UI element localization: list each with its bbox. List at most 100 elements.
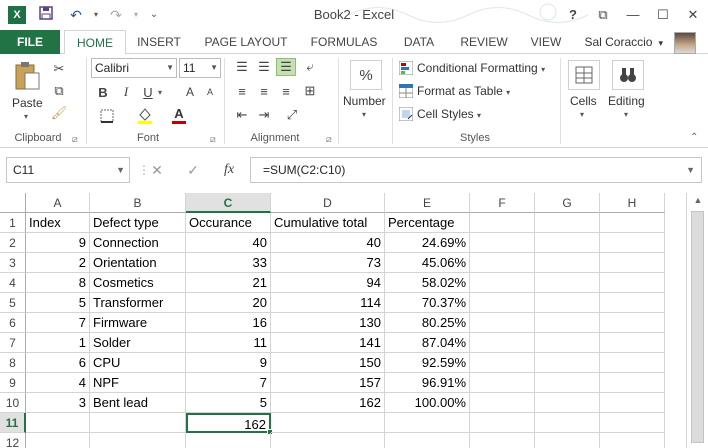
- align-top-icon[interactable]: ☰: [232, 58, 252, 76]
- worksheet-grid[interactable]: ▲ A B C D E F G H 1 Index Defect type Occurance Cumu…: [0, 193, 708, 448]
- tab-formulas[interactable]: FORMULAS: [304, 30, 384, 54]
- cell-d11[interactable]: [271, 413, 385, 433]
- font-launcher-icon[interactable]: ⧄: [210, 134, 216, 145]
- cell-e12[interactable]: [385, 433, 470, 448]
- enter-icon[interactable]: ✓: [182, 159, 204, 181]
- cut-icon[interactable]: ✂: [50, 60, 68, 78]
- cell-c12[interactable]: [186, 433, 271, 448]
- cell-e8[interactable]: 92.59%: [385, 353, 470, 373]
- cell-b5[interactable]: Transformer: [90, 293, 186, 313]
- number-dropdown-icon[interactable]: ▾: [362, 110, 366, 119]
- cell-f6[interactable]: [470, 313, 535, 333]
- paste-dropdown-icon[interactable]: ▾: [24, 112, 28, 121]
- fill-color-icon[interactable]: [135, 106, 155, 124]
- cell-a4[interactable]: 8: [26, 273, 90, 293]
- cell-f11[interactable]: [470, 413, 535, 433]
- cell-c1[interactable]: Occurance: [186, 213, 271, 233]
- cell-h6[interactable]: [600, 313, 665, 333]
- cell-d3[interactable]: 73: [271, 253, 385, 273]
- align-right-icon[interactable]: ≡: [276, 82, 296, 100]
- close-button[interactable]: ✕: [682, 5, 704, 25]
- row-header-7[interactable]: 7: [0, 333, 26, 353]
- cell-f10[interactable]: [470, 393, 535, 413]
- decrease-indent-icon[interactable]: ⇤: [232, 106, 252, 124]
- cell-a7[interactable]: 1: [26, 333, 90, 353]
- cell-c9[interactable]: 7: [186, 373, 271, 393]
- format-as-table-icon[interactable]: [398, 83, 414, 99]
- cell-c5[interactable]: 20: [186, 293, 271, 313]
- cell-b6[interactable]: Firmware: [90, 313, 186, 333]
- cell-d7[interactable]: 141: [271, 333, 385, 353]
- cell-h5[interactable]: [600, 293, 665, 313]
- cell-h8[interactable]: [600, 353, 665, 373]
- cell-b8[interactable]: CPU: [90, 353, 186, 373]
- column-header-g[interactable]: G: [535, 193, 600, 213]
- cell-f1[interactable]: [470, 213, 535, 233]
- tab-data[interactable]: DATA: [394, 30, 444, 54]
- orientation-icon[interactable]: ⤢: [282, 106, 302, 124]
- cell-h3[interactable]: [600, 253, 665, 273]
- cell-a9[interactable]: 4: [26, 373, 90, 393]
- insert-function-icon[interactable]: fx: [218, 159, 240, 181]
- cell-g8[interactable]: [535, 353, 600, 373]
- cell-f8[interactable]: [470, 353, 535, 373]
- cell-h9[interactable]: [600, 373, 665, 393]
- row-header-8[interactable]: 8: [0, 353, 26, 373]
- cell-g11[interactable]: [535, 413, 600, 433]
- alignment-launcher-icon[interactable]: ⧄: [326, 134, 332, 145]
- row-header-5[interactable]: 5: [0, 293, 26, 313]
- avatar[interactable]: [674, 32, 696, 54]
- cell-e9[interactable]: 96.91%: [385, 373, 470, 393]
- row-header-11[interactable]: 11: [0, 413, 26, 433]
- cell-c7[interactable]: 11: [186, 333, 271, 353]
- column-header-b[interactable]: B: [90, 193, 186, 213]
- underline-button[interactable]: U: [140, 84, 156, 100]
- cells-dropdown-icon[interactable]: ▾: [580, 110, 584, 119]
- cell-f3[interactable]: [470, 253, 535, 273]
- row-header-3[interactable]: 3: [0, 253, 26, 273]
- column-header-c[interactable]: C: [186, 193, 271, 213]
- cell-a11[interactable]: [26, 413, 90, 433]
- cell-a10[interactable]: 3: [26, 393, 90, 413]
- cell-e10[interactable]: 100.00%: [385, 393, 470, 413]
- cell-c4[interactable]: 21: [186, 273, 271, 293]
- conditional-formatting-icon[interactable]: [398, 60, 414, 76]
- cell-f5[interactable]: [470, 293, 535, 313]
- cell-a6[interactable]: 7: [26, 313, 90, 333]
- cell-styles-button[interactable]: Cell Styles ▾: [417, 107, 481, 121]
- cell-e5[interactable]: 70.37%: [385, 293, 470, 313]
- cell-e2[interactable]: 24.69%: [385, 233, 470, 253]
- cell-a12[interactable]: [26, 433, 90, 448]
- cell-c10[interactable]: 5: [186, 393, 271, 413]
- cell-a2[interactable]: 9: [26, 233, 90, 253]
- scroll-up-icon[interactable]: ▲: [687, 195, 708, 205]
- cell-b4[interactable]: Cosmetics: [90, 273, 186, 293]
- font-color-icon[interactable]: A: [170, 106, 188, 124]
- tab-page-layout[interactable]: PAGE LAYOUT: [198, 30, 294, 54]
- cell-a8[interactable]: 6: [26, 353, 90, 373]
- cell-d2[interactable]: 40: [271, 233, 385, 253]
- cell-f4[interactable]: [470, 273, 535, 293]
- cell-e1[interactable]: Percentage: [385, 213, 470, 233]
- cell-d12[interactable]: [271, 433, 385, 448]
- name-box[interactable]: C11 ▼: [6, 157, 130, 183]
- bold-button[interactable]: B: [95, 84, 111, 100]
- format-painter-icon[interactable]: 🖌: [50, 104, 68, 122]
- cell-d9[interactable]: 157: [271, 373, 385, 393]
- user-account[interactable]: Sal Coraccio ▾: [584, 30, 663, 55]
- cell-f9[interactable]: [470, 373, 535, 393]
- scroll-thumb[interactable]: [691, 211, 704, 443]
- format-as-table-button[interactable]: Format as Table ▾: [417, 84, 510, 98]
- cell-h7[interactable]: [600, 333, 665, 353]
- cells-button[interactable]: Cells: [570, 94, 597, 108]
- borders-icon[interactable]: [95, 108, 119, 124]
- align-left-icon[interactable]: ≡: [232, 82, 252, 100]
- cell-e3[interactable]: 45.06%: [385, 253, 470, 273]
- cell-f7[interactable]: [470, 333, 535, 353]
- cell-g10[interactable]: [535, 393, 600, 413]
- font-family-select[interactable]: Calibri ▼: [91, 58, 177, 78]
- align-center-icon[interactable]: ≡: [254, 82, 274, 100]
- cell-g12[interactable]: [535, 433, 600, 448]
- align-middle-icon[interactable]: ☰: [254, 58, 274, 76]
- cell-a1[interactable]: Index: [26, 213, 90, 233]
